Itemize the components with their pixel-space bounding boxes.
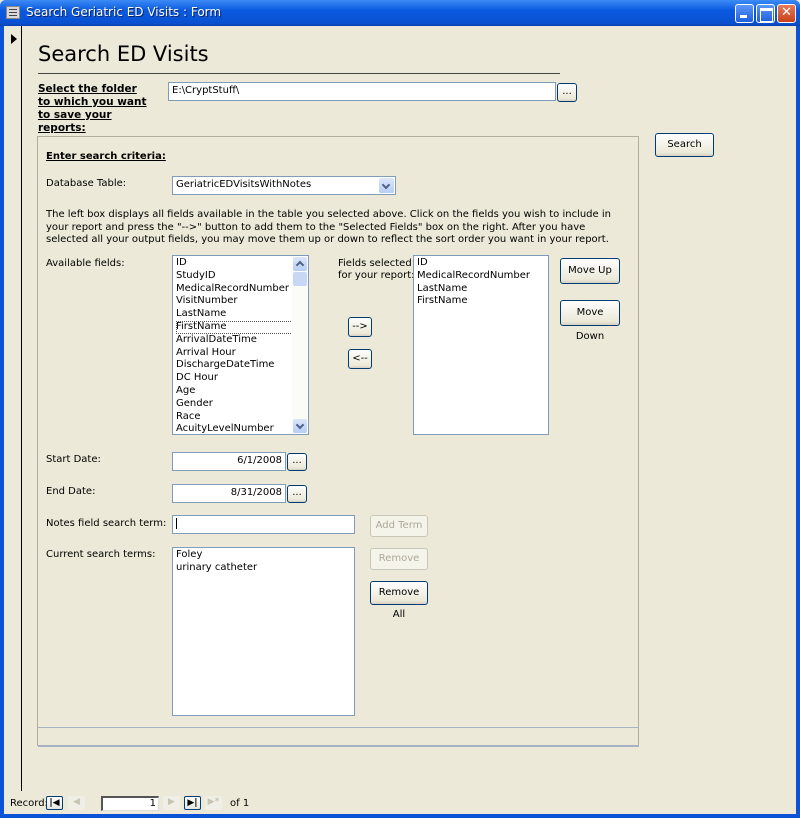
record-selector[interactable] — [4, 26, 22, 791]
notes-term-label: Notes field search term: — [46, 518, 167, 529]
add-term-button[interactable]: Add Term — [370, 515, 428, 537]
criteria-section-label: Enter search criteria: — [46, 151, 166, 162]
available-field-item[interactable]: FirstName — [176, 320, 305, 334]
add-field-button[interactable]: --> — [348, 317, 372, 337]
remove-all-button[interactable]: Remove All — [370, 581, 428, 620]
close-button[interactable] — [777, 4, 796, 23]
new-record-icon[interactable]: ▶* — [205, 796, 222, 810]
browse-folder-button[interactable]: ... — [557, 83, 577, 102]
first-record-icon[interactable]: |◀ — [46, 796, 63, 810]
table-label: Database Table: — [46, 178, 127, 189]
previous-record-icon[interactable]: ◀ — [68, 796, 85, 810]
chevron-down-icon[interactable] — [379, 178, 394, 193]
window-title: Search Geriatric ED Visits : Form — [26, 5, 222, 19]
move-up-button[interactable]: Move Up — [560, 258, 620, 284]
page-title: Search ED Visits — [38, 42, 209, 66]
search-button[interactable]: Search — [655, 133, 714, 157]
available-field-item[interactable]: AcuityLevelNumber — [176, 423, 305, 434]
last-record-icon[interactable]: ▶| — [184, 796, 201, 810]
available-field-item[interactable]: LastName — [176, 308, 305, 321]
divider — [38, 745, 639, 747]
table-select[interactable]: GeriatricEDVisitsWithNotes — [172, 176, 396, 195]
scroll-up-icon[interactable] — [293, 257, 307, 271]
selected-field-item[interactable]: MedicalRecordNumber — [417, 270, 545, 283]
divider — [38, 727, 639, 728]
current-terms-list[interactable]: Foley urinary catheter — [172, 547, 355, 716]
available-fields-label: Available fields: — [46, 258, 125, 269]
search-term-item[interactable]: Foley — [176, 549, 351, 562]
available-field-item[interactable]: Arrival Hour — [176, 347, 305, 360]
available-field-item[interactable]: Gender — [176, 398, 305, 411]
available-field-item[interactable]: VisitNumber — [176, 295, 305, 308]
folder-path-input[interactable]: E:\CryptStuff\ — [168, 82, 556, 101]
selected-field-item[interactable]: FirstName — [417, 295, 545, 308]
next-record-icon[interactable]: ▶ — [163, 796, 180, 810]
end-date-label: End Date: — [46, 486, 96, 497]
available-field-item[interactable]: DischargeDateTime — [176, 359, 305, 372]
available-field-item[interactable]: DC Hour — [176, 372, 305, 385]
text-cursor — [176, 518, 177, 529]
record-count: of 1 — [230, 798, 250, 809]
table-select-value: GeriatricEDVisitsWithNotes — [176, 179, 312, 190]
selected-field-item[interactable]: ID — [417, 257, 545, 270]
remove-term-button[interactable]: Remove — [370, 548, 428, 570]
record-label: Record: — [10, 798, 48, 809]
start-date-input[interactable]: 6/1/2008 — [172, 452, 286, 471]
application-window: Search Geriatric ED Visits : Form Search… — [0, 0, 800, 818]
scroll-thumb[interactable] — [293, 272, 307, 286]
selected-field-item[interactable]: LastName — [417, 283, 545, 296]
end-date-input[interactable]: 8/31/2008 — [172, 484, 286, 503]
minimize-button[interactable] — [735, 4, 754, 23]
folder-label: Select the folder to which you want to s… — [38, 83, 147, 134]
remove-field-button[interactable]: <-- — [348, 349, 372, 369]
available-fields-scrollbar[interactable] — [292, 256, 308, 434]
start-date-label: Start Date: — [46, 454, 101, 465]
end-date-picker-button[interactable]: ... — [287, 485, 307, 503]
notes-term-input[interactable] — [172, 515, 355, 534]
maximize-button[interactable] — [756, 4, 775, 23]
available-fields-list[interactable]: ID StudyID MedicalRecordNumber VisitNumber L… — [172, 255, 309, 435]
move-down-button[interactable]: Move Down — [560, 300, 620, 342]
available-field-item[interactable]: MedicalRecordNumber — [176, 283, 305, 296]
selected-fields-label: Fields selected for your report: — [338, 258, 415, 281]
scroll-down-icon[interactable] — [293, 419, 307, 433]
available-field-item[interactable]: ID — [176, 257, 305, 270]
current-record-input[interactable]: 1 — [101, 796, 159, 811]
search-term-item[interactable]: urinary catheter — [176, 562, 351, 575]
current-terms-label: Current search terms: — [46, 549, 156, 560]
title-bar[interactable]: Search Geriatric ED Visits : Form — [0, 0, 800, 26]
available-field-item[interactable]: Race — [176, 411, 305, 424]
record-navigation: Record: |◀ ◀ 1 ▶ ▶| ▶* of 1 — [8, 794, 308, 814]
selected-fields-list[interactable]: ID MedicalRecordNumber LastName FirstName — [413, 255, 549, 435]
available-field-item[interactable]: Age — [176, 385, 305, 398]
divider — [38, 73, 560, 74]
available-field-item[interactable]: StudyID — [176, 270, 305, 283]
form-icon — [6, 6, 20, 19]
start-date-picker-button[interactable]: ... — [287, 453, 307, 471]
instructions-text: The left box displays all fields availab… — [46, 209, 611, 245]
available-field-item[interactable]: ArrivalDateTime — [176, 334, 305, 347]
current-record-arrow-icon — [11, 34, 17, 44]
form-body: Search ED Visits Select the folder to wh… — [4, 26, 796, 814]
